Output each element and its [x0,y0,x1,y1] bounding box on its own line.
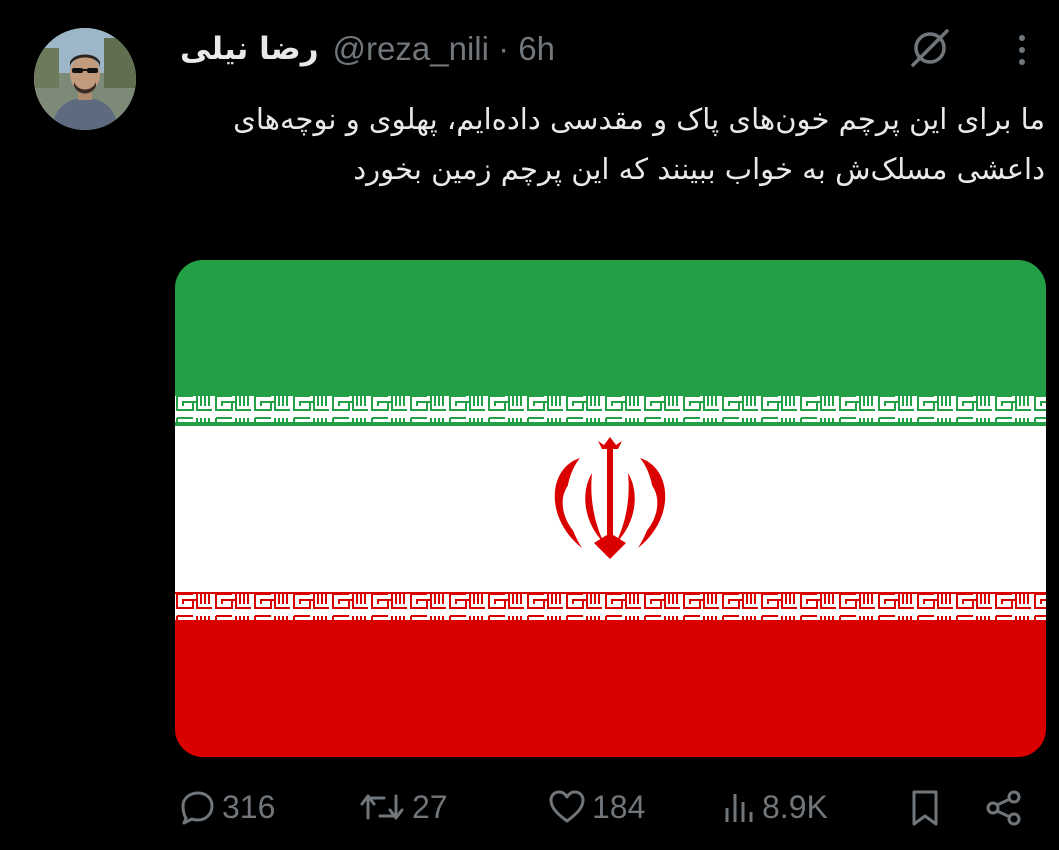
tweet-media-image[interactable] [175,260,1046,757]
share-button[interactable] [984,788,1024,828]
kufic-border-top [175,396,1046,422]
kufic-border-bottom [175,594,1046,620]
tweet-text: ما برای این پرچم خون‌های پاک و مقدسی داد… [233,102,1045,186]
handle-text: @reza_nili [332,30,489,67]
like-count: 184 [592,788,646,825]
retweet-button[interactable]: 27 [358,788,448,826]
like-icon [548,788,586,826]
views-icon [722,788,756,826]
reply-count: 316 [222,788,276,825]
like-button[interactable]: 184 [548,788,645,826]
timestamp[interactable]: 6h [518,30,555,67]
handle[interactable]: @reza_nili · 6h [333,30,555,68]
grok-icon[interactable] [907,28,953,68]
reply-button[interactable]: 316 [178,788,275,826]
more-vertical-icon[interactable] [1012,30,1032,70]
display-name[interactable]: رضا نیلی [180,31,319,67]
avatar[interactable] [34,28,136,130]
separator: · [498,30,510,67]
bookmark-button[interactable] [908,788,942,828]
tweet-header: رضا نیلی @reza_nili · 6h [180,26,555,72]
reply-icon [178,788,216,826]
retweet-count: 27 [412,788,448,825]
share-icon [984,788,1024,828]
views-count: 8.9K [762,788,828,825]
views-button[interactable]: 8.9K [722,788,828,826]
tweet-action-bar: 316 27 184 8.9K [0,780,1059,840]
retweet-icon [358,788,406,826]
bookmark-icon [908,788,942,828]
